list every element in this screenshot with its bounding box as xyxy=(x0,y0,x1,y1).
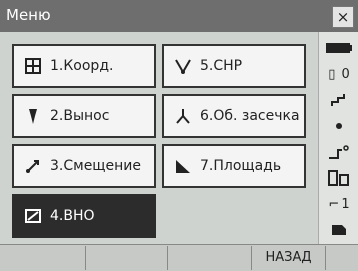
menu-item-label: 4.ВНО xyxy=(50,208,95,224)
area-icon xyxy=(172,155,194,177)
title-bar: Меню × xyxy=(0,0,358,32)
softkey-1[interactable] xyxy=(0,246,86,270)
close-button[interactable]: × xyxy=(332,6,354,28)
softkey-bar: НАЗАД xyxy=(0,244,358,271)
prism-icon xyxy=(323,166,355,190)
softkey-spacer xyxy=(326,246,358,270)
face-indicator: ⌐ 1 xyxy=(323,192,355,216)
softkey-2[interactable] xyxy=(86,246,168,270)
softkey-3[interactable] xyxy=(168,246,252,270)
menu-item-label: 5.СНР xyxy=(200,58,243,74)
menu-item-resection[interactable]: 6.Об. засечка xyxy=(162,94,306,138)
status-sidebar: ▯ 0 ⌐ 1 xyxy=(318,32,358,244)
menu-item-offset[interactable]: 3.Смещение xyxy=(12,144,156,188)
prism-constant-value: 0 xyxy=(341,66,350,82)
laser-icon xyxy=(323,140,355,164)
menu-item-stakeout[interactable]: 2.Вынос xyxy=(12,94,156,138)
menu-item-coordinates[interactable]: 1.Коорд. xyxy=(12,44,156,88)
menu-item-label: 1.Коорд. xyxy=(50,58,114,74)
prism-constant-icon: ▯ xyxy=(328,66,336,82)
menu-item-label: 7.Площадь xyxy=(200,158,282,174)
face-icon: ⌐ xyxy=(328,196,340,212)
menu-grid: 1.Коорд. 2.Вынос 3.Смещение 4.ВНО 5.СНР … xyxy=(0,32,318,244)
stakeout-icon xyxy=(22,105,44,127)
target-constant-indicator: ▯ 0 xyxy=(323,62,355,86)
tilt-icon xyxy=(323,88,355,112)
missing-line-icon xyxy=(172,55,194,77)
menu-item-remote-elevation[interactable]: 4.ВНО xyxy=(12,194,156,238)
menu-item-area[interactable]: 7.Площадь xyxy=(162,144,306,188)
menu-item-label: 6.Об. засечка xyxy=(200,108,300,124)
back-softkey[interactable]: НАЗАД xyxy=(252,246,326,270)
offset-icon xyxy=(22,155,44,177)
face-value: 1 xyxy=(341,196,350,212)
menu-item-missing-line[interactable]: 5.СНР xyxy=(162,44,306,88)
window-title: Меню xyxy=(6,6,51,24)
keyboard-icon xyxy=(323,218,355,242)
menu-item-label: 2.Вынос xyxy=(50,108,110,124)
coordinates-icon xyxy=(22,55,44,77)
remote-elevation-icon xyxy=(22,205,44,227)
resection-icon xyxy=(172,105,194,127)
signal-icon xyxy=(323,114,355,138)
menu-item-label: 3.Смещение xyxy=(50,158,141,174)
battery-icon xyxy=(323,36,355,60)
